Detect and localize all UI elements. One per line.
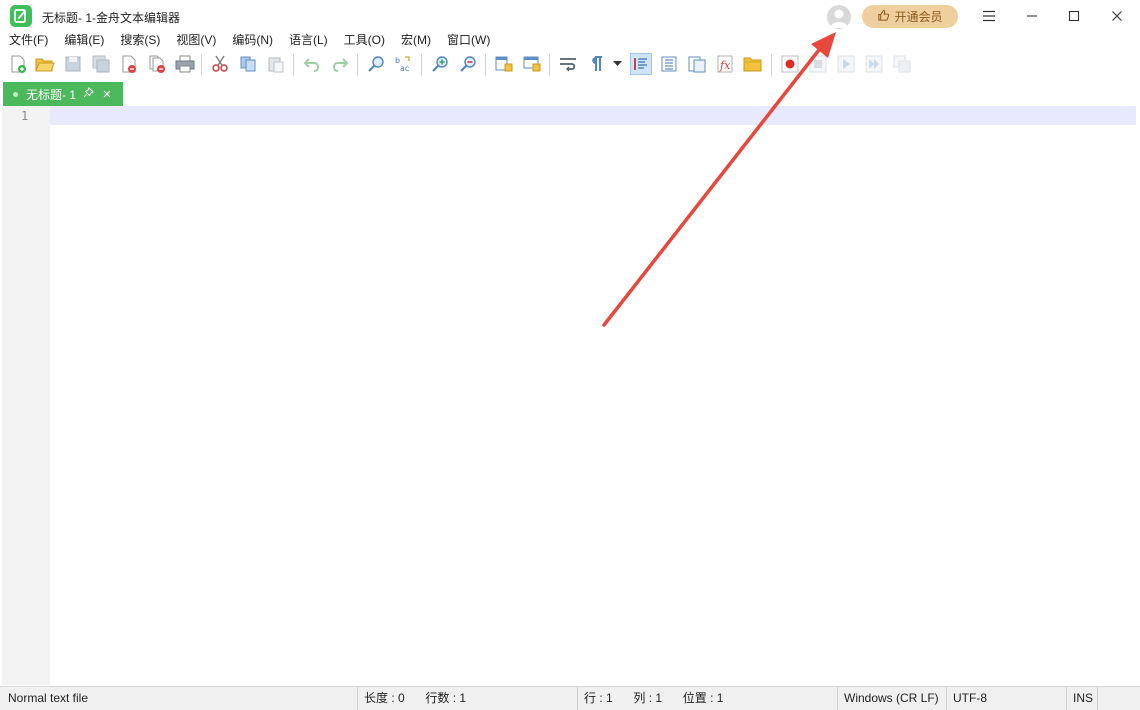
toolbar-separator [549, 54, 550, 76]
save-all-icon[interactable] [90, 53, 112, 75]
macro-run-multiple-icon[interactable] [863, 53, 885, 75]
svg-text:ac: ac [400, 64, 409, 73]
status-eol[interactable]: Windows (CR LF) [838, 687, 947, 710]
line-number-gutter: 1 [2, 106, 50, 685]
copy-icon[interactable] [237, 53, 259, 75]
toolbar: b ac fx [0, 51, 1140, 79]
status-bar: Normal text file 长度 : 0 行数 : 1 行 : 1 列 :… [0, 686, 1140, 710]
undo-icon[interactable] [301, 53, 323, 75]
print-icon[interactable] [174, 53, 196, 75]
toolbar-separator [771, 54, 772, 76]
window-title: 无标题- 1-金舟文本编辑器 [42, 11, 181, 25]
toolbar-separator [201, 54, 202, 76]
status-file-type: Normal text file [2, 687, 358, 710]
editor-area[interactable]: 1 [0, 106, 1140, 685]
function-list-icon[interactable] [686, 53, 708, 75]
app-logo-icon [10, 5, 32, 27]
sync-horizontal-icon[interactable] [521, 53, 543, 75]
maximize-icon[interactable] [1056, 4, 1092, 28]
folder-workspace-icon[interactable] [742, 53, 764, 75]
status-encoding[interactable]: UTF-8 [947, 687, 1067, 710]
close-all-icon[interactable] [146, 53, 168, 75]
menu-tools[interactable]: 工具(O) [335, 30, 385, 50]
status-cursor-info: 行 : 1 列 : 1 位置 : 1 [578, 687, 838, 710]
menu-search[interactable]: 搜索(S) [111, 30, 160, 50]
function-icon[interactable]: fx [714, 53, 736, 75]
toolbar-separator [421, 54, 422, 76]
menu-edit[interactable]: 编辑(E) [55, 30, 104, 50]
menu-file[interactable]: 文件(F) [0, 30, 48, 50]
replace-icon[interactable]: b ac [393, 53, 415, 75]
new-file-icon[interactable] [7, 53, 29, 75]
thumbs-up-icon [877, 9, 890, 25]
toolbar-separator [357, 54, 358, 76]
close-icon[interactable] [1099, 4, 1135, 28]
menu-bar: 文件(F) 编辑(E) 搜索(S) 视图(V) 编码(N) 语言(L) 工具(O… [0, 30, 497, 50]
menu-macro[interactable]: 宏(M) [392, 30, 431, 50]
open-file-icon[interactable] [34, 53, 56, 75]
pin-icon[interactable] [83, 87, 94, 101]
line-number: 1 [21, 109, 29, 123]
toolbar-separator [485, 54, 486, 76]
find-icon[interactable] [365, 53, 387, 75]
zoom-out-icon[interactable] [457, 53, 479, 75]
paste-icon[interactable] [265, 53, 287, 75]
tab-close-icon[interactable] [103, 87, 111, 101]
status-row: 行 : 1 [584, 691, 613, 705]
cut-icon[interactable] [209, 53, 231, 75]
toolbar-separator [293, 54, 294, 76]
svg-text:fx: fx [719, 59, 731, 72]
user-avatar-icon[interactable] [827, 5, 851, 29]
show-all-chars-icon[interactable] [585, 53, 607, 75]
vip-button[interactable]: 开通会员 [862, 5, 958, 28]
unsaved-dot-icon [13, 91, 18, 97]
word-wrap-icon[interactable] [557, 53, 579, 75]
menu-encoding[interactable]: 编码(N) [223, 30, 273, 50]
macro-play-icon[interactable] [835, 53, 857, 75]
status-lines: 行数 : 1 [425, 691, 467, 705]
macro-record-icon[interactable] [779, 53, 801, 75]
close-file-icon[interactable] [118, 53, 140, 75]
status-col: 列 : 1 [633, 691, 663, 705]
dropdown-icon[interactable] [610, 53, 624, 75]
redo-icon[interactable] [329, 53, 351, 75]
menu-language[interactable]: 语言(L) [280, 30, 328, 50]
status-pos: 位置 : 1 [682, 691, 724, 705]
status-insert-mode[interactable]: INS [1067, 687, 1098, 710]
macro-stop-icon[interactable] [807, 53, 829, 75]
indent-guide-icon[interactable] [630, 53, 652, 75]
tab-label: 无标题- 1 [26, 87, 77, 102]
doc-map-icon[interactable] [658, 53, 680, 75]
tab-untitled-1[interactable]: 无标题- 1 [3, 82, 123, 106]
save-icon[interactable] [62, 53, 84, 75]
minimize-icon[interactable] [1014, 4, 1050, 28]
status-doc-info: 长度 : 0 行数 : 1 [358, 687, 578, 710]
status-length: 长度 : 0 [364, 691, 405, 705]
menu-icon[interactable] [971, 4, 1007, 28]
menu-view[interactable]: 视图(V) [167, 30, 216, 50]
menu-window[interactable]: 窗口(W) [438, 30, 490, 50]
title-bar: 无标题- 1-金舟文本编辑器 开通会员 [0, 0, 1140, 32]
macro-save-icon[interactable] [891, 53, 913, 75]
vip-label: 开通会员 [894, 10, 943, 24]
tab-bar: 无标题- 1 [0, 81, 1140, 106]
sync-vertical-icon[interactable] [493, 53, 515, 75]
zoom-in-icon[interactable] [429, 53, 451, 75]
current-line-highlight[interactable] [50, 106, 1136, 125]
